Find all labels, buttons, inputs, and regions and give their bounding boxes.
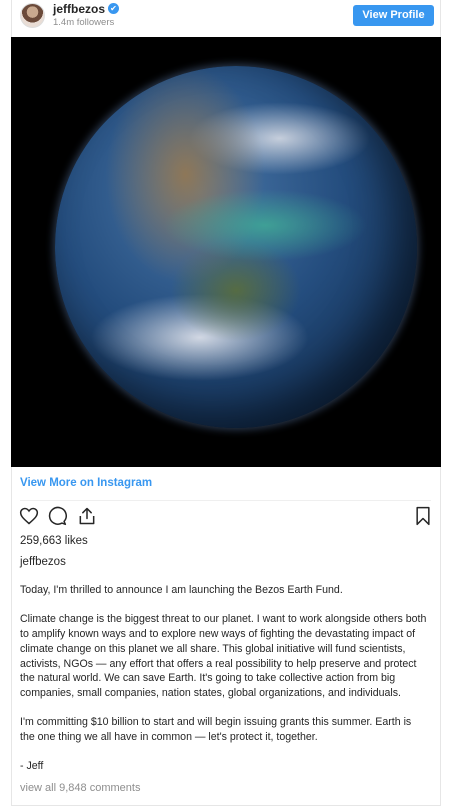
view-more-on-instagram-link[interactable]: View More on Instagram [20,477,152,489]
caption-paragraph: I'm committing $10 billion to start and … [20,716,412,743]
follower-count: 1.4m followers [53,17,115,28]
view-all-comments-link[interactable]: view all 9,848 comments [20,782,140,794]
comment-icon[interactable] [47,506,67,526]
post-image[interactable] [11,37,441,467]
earth-image [55,66,417,428]
avatar[interactable] [20,3,45,28]
bookmark-icon[interactable] [414,506,432,526]
caption-paragraph: Climate change is the biggest threat to … [20,613,427,699]
caption-signature: - Jeff [20,760,44,773]
post-caption: Today, I'm thrilled to announce I am lau… [20,583,428,789]
caption-author[interactable]: jeffbezos [20,556,66,568]
divider [20,500,431,501]
caption-paragraph: Today, I'm thrilled to announce I am lau… [20,584,343,596]
like-count[interactable]: 259,663 likes [20,535,88,547]
share-icon[interactable] [77,506,97,526]
verified-badge-icon: ✔ [108,3,119,14]
heart-icon[interactable] [19,506,39,526]
username[interactable]: jeffbezos [53,2,105,16]
view-profile-button[interactable]: View Profile [353,5,434,26]
post-header: jeffbezos ✔ 1.4m followers View Profile [11,0,441,34]
